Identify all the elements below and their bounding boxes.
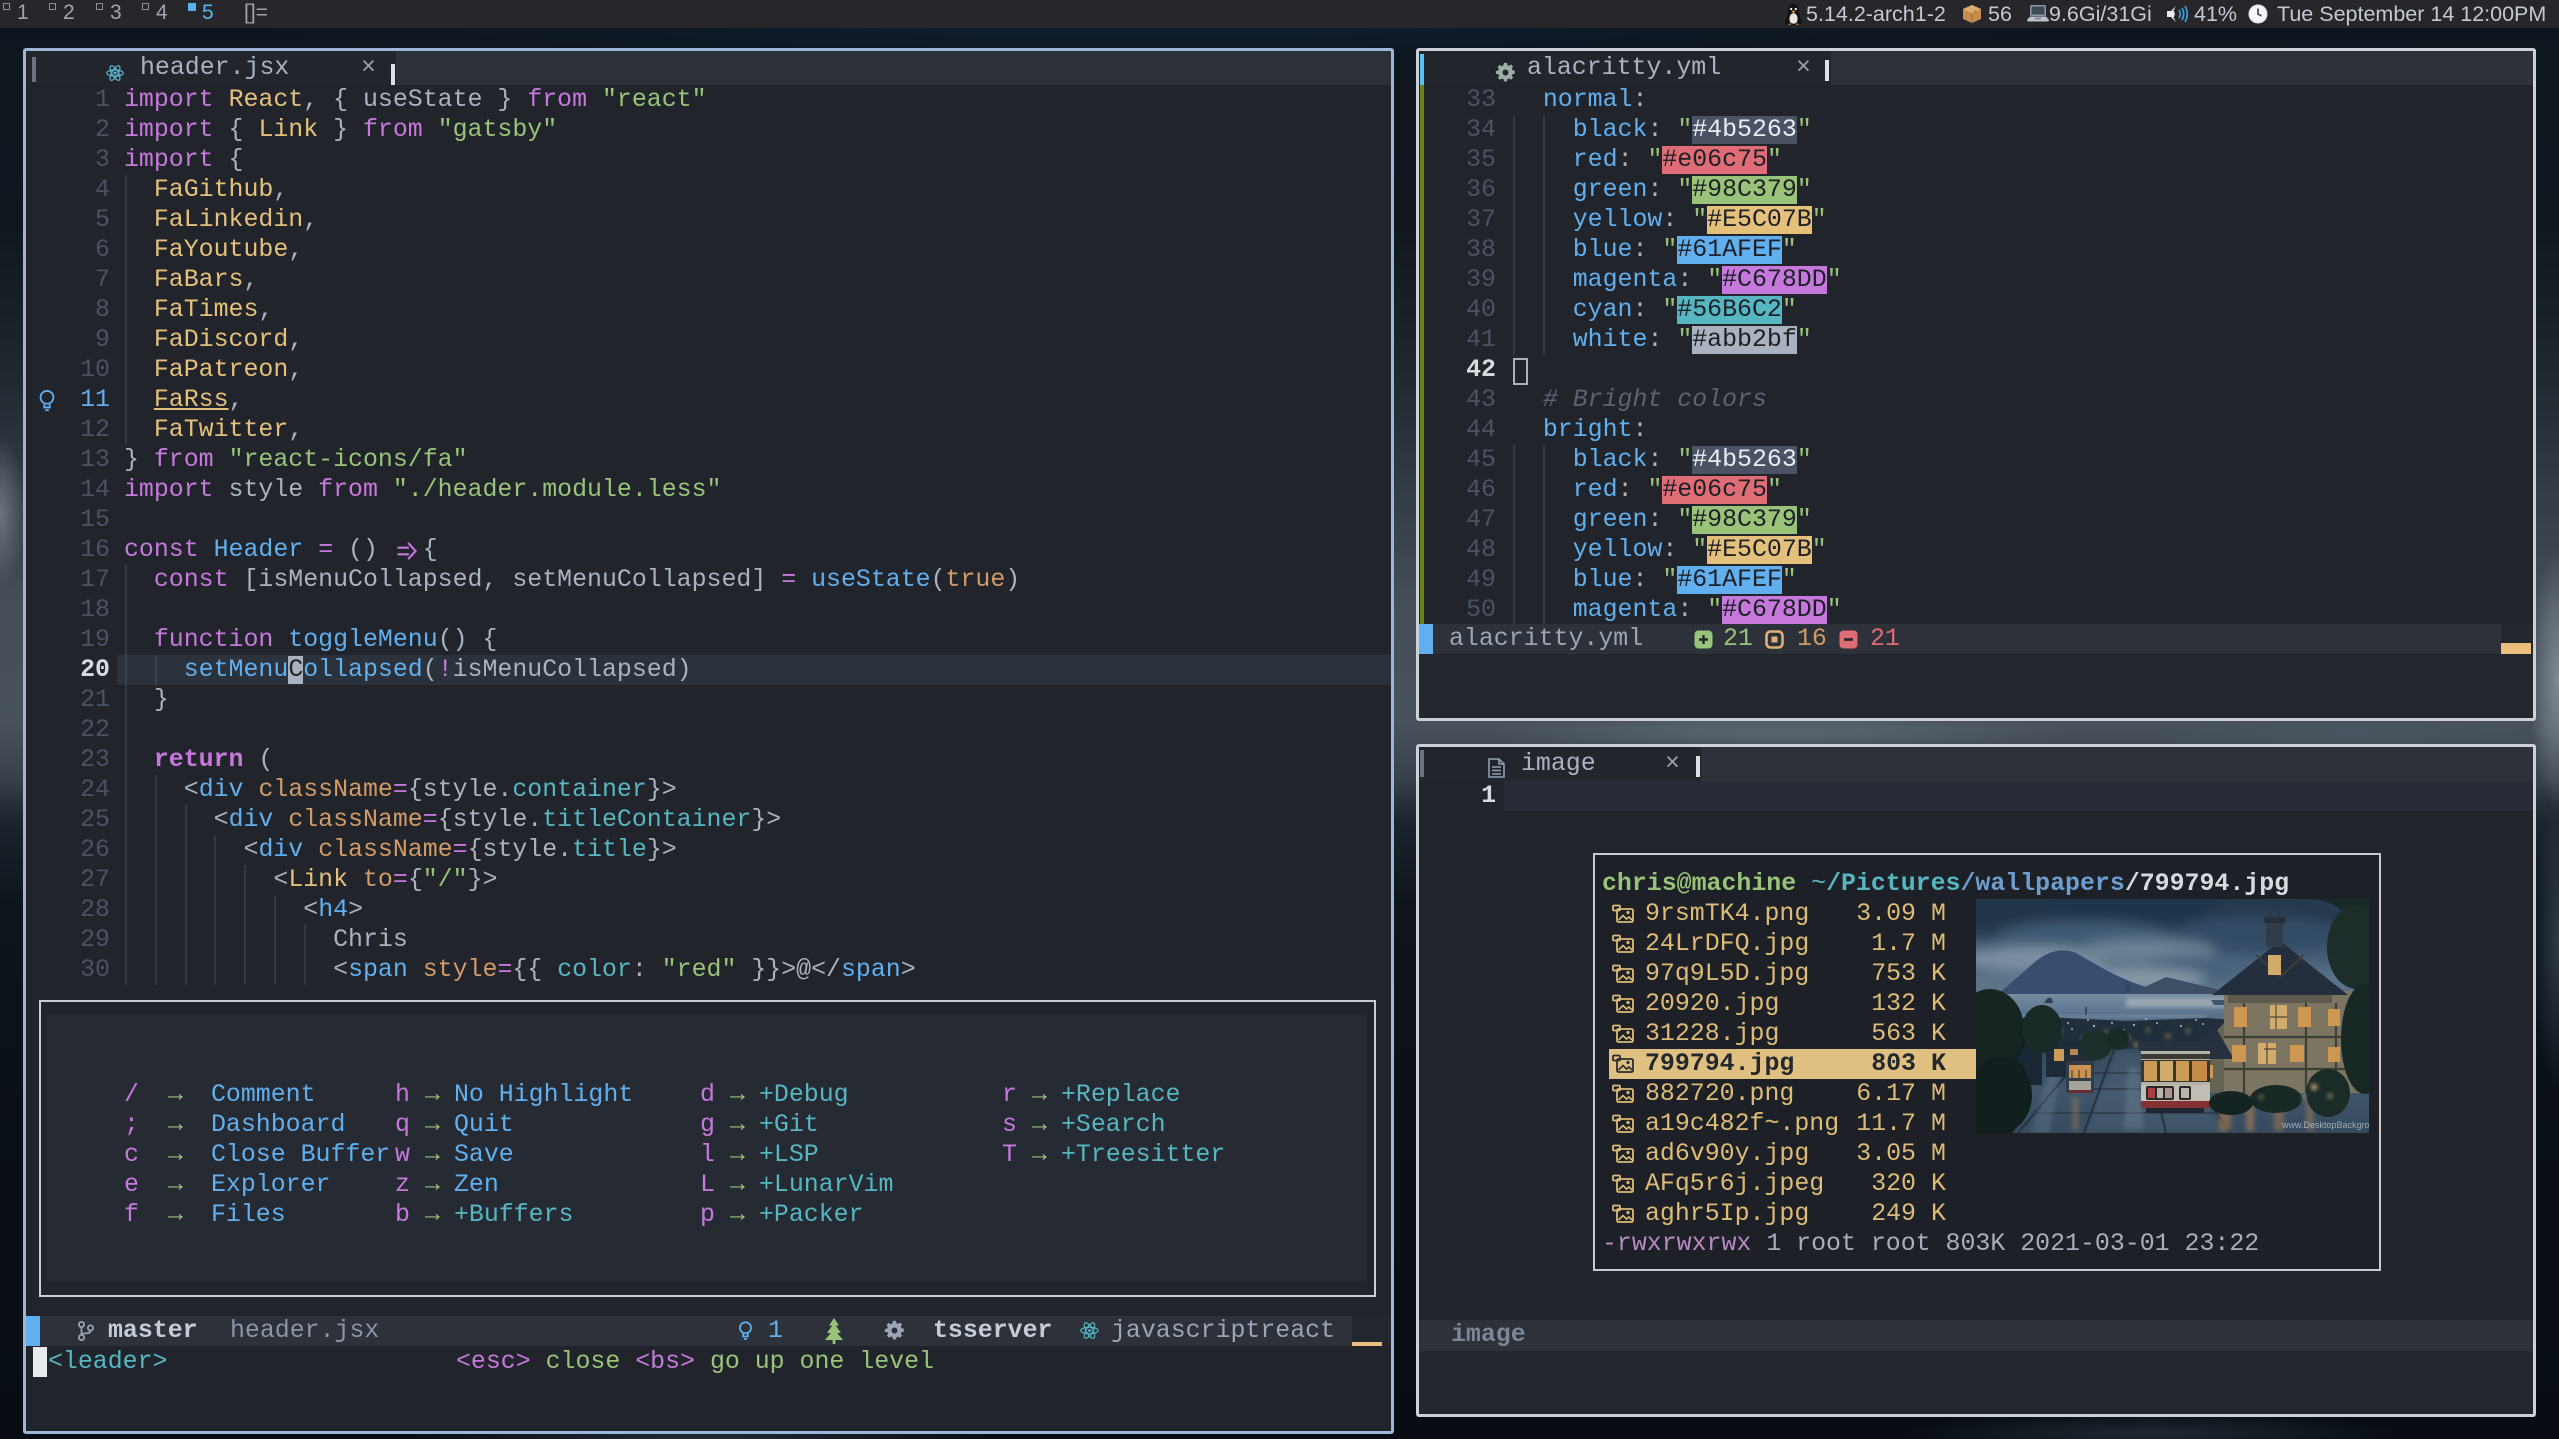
svg-text:www.DesktopBackground.org: www.DesktopBackground.org xyxy=(2281,1120,2369,1130)
